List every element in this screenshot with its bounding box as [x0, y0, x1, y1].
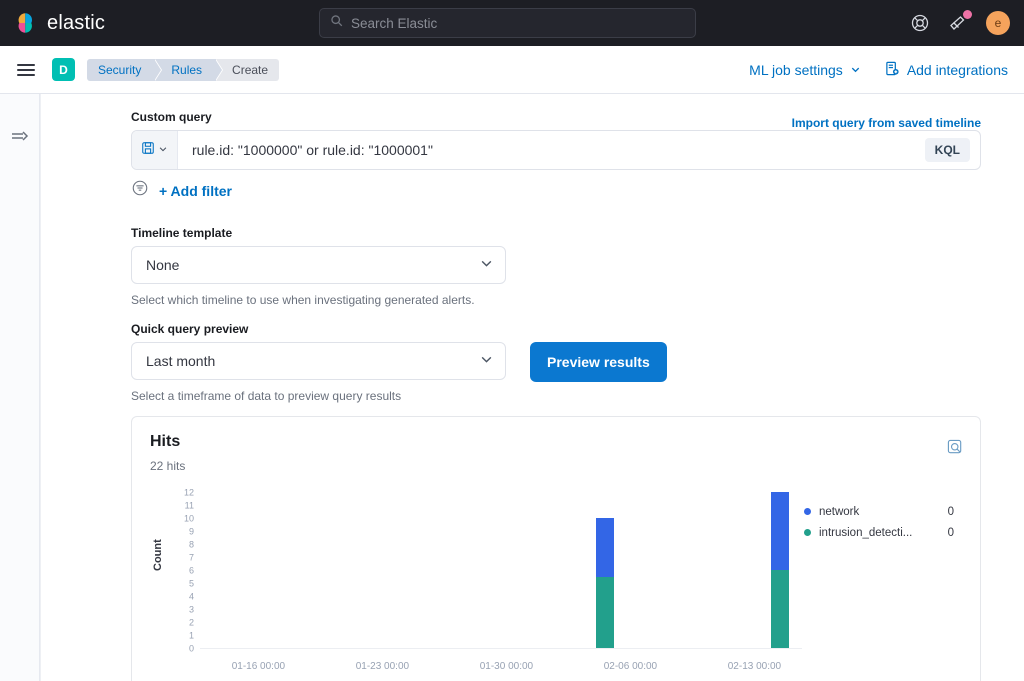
chart-bar-segment-network — [595, 518, 614, 577]
query-input[interactable]: rule.id: "1000000" or rule.id: "1000001" — [178, 131, 925, 169]
chevron-down-icon — [480, 353, 493, 369]
chart-x-tick: 01-30 00:00 — [479, 661, 534, 672]
elastic-brand[interactable]: elastic — [0, 11, 105, 35]
chart-y-tick: 5 — [188, 578, 194, 589]
add-integrations-label: Add integrations — [906, 62, 1008, 78]
chart-plot-area — [200, 492, 802, 649]
chart-y-tick: 1 — [188, 630, 194, 641]
legend-series-name: intrusion_detecti... — [819, 526, 913, 539]
breadcrumb-actions: ML job settings Add integrations — [749, 46, 1008, 94]
chart-y-tick: 8 — [188, 539, 194, 550]
collapsed-sidebar — [0, 94, 40, 681]
preview-results-button[interactable]: Preview results — [530, 342, 667, 382]
page-body: Custom query Import query from saved tim… — [0, 94, 1024, 681]
hits-panel: Hits 22 hits Count 0 1 2 3 4 5 6 7 8 9 10 11 12 01-1… — [131, 416, 981, 681]
chart-bar[interactable] — [595, 518, 614, 648]
chart-y-tick: 10 — [183, 513, 194, 524]
timeline-template-label: Timeline template — [131, 226, 233, 240]
chart-y-tick: 9 — [188, 526, 194, 537]
quick-query-timeframe-value: Last month — [146, 353, 216, 369]
hits-count-label: 22 hits — [150, 459, 186, 473]
topbar-actions: e — [910, 0, 1010, 46]
chart-y-tick: 6 — [188, 565, 194, 576]
chart-y-tick: 2 — [188, 617, 194, 628]
megaphone-icon[interactable] — [948, 10, 972, 33]
hamburger-menu-icon[interactable] — [17, 61, 35, 79]
integrations-page-icon — [885, 61, 900, 79]
chart-y-tick: 0 — [188, 643, 194, 654]
custom-query-bar: rule.id: "1000000" or rule.id: "1000001"… — [131, 130, 981, 170]
filter-icon[interactable] — [131, 179, 149, 202]
breadcrumb-item-security[interactable]: Security — [87, 58, 162, 81]
legend-color-dot — [804, 508, 811, 515]
notification-dot — [963, 10, 972, 19]
chart-x-tick: 02-13 00:00 — [727, 661, 782, 672]
hits-panel-title: Hits — [150, 433, 181, 450]
chart-bar-segment-intrusion_detecti — [595, 576, 614, 648]
breadcrumb: Security Rules Create — [87, 58, 280, 81]
global-search-input[interactable]: Search Elastic — [319, 8, 696, 38]
timeline-template-select[interactable]: None — [131, 246, 506, 284]
chart-legend-item[interactable]: network 0 — [804, 501, 954, 522]
query-language-button[interactable]: KQL — [924, 138, 970, 162]
inspect-magnifier-icon[interactable] — [947, 439, 964, 461]
quick-query-help: Select a timeframe of data to preview qu… — [131, 389, 402, 403]
chevron-down-icon — [158, 141, 168, 159]
user-avatar[interactable]: e — [986, 11, 1010, 35]
lifebuoy-icon[interactable] — [910, 13, 930, 33]
quick-query-timeframe-select[interactable]: Last month — [131, 342, 506, 380]
breadcrumb-item-rules[interactable]: Rules — [155, 58, 222, 81]
custom-query-label: Custom query — [131, 110, 212, 124]
chart-x-tick: 02-06 00:00 — [603, 661, 658, 672]
global-search-placeholder: Search Elastic — [351, 15, 438, 31]
search-icon — [330, 14, 343, 32]
chart-bar[interactable] — [770, 492, 789, 648]
legend-series-value: 0 — [947, 505, 954, 518]
elastic-logo-icon — [14, 11, 38, 35]
hits-bar-chart: Count 0 1 2 3 4 5 6 7 8 9 10 11 12 01-16 00:00 01-23 … — [150, 488, 962, 681]
space-badge[interactable]: D — [52, 58, 75, 81]
chevron-down-icon — [850, 62, 861, 78]
chart-y-tick: 11 — [184, 500, 194, 511]
chart-y-tick: 12 — [183, 487, 194, 498]
global-top-navbar: elastic Search Elastic e — [0, 0, 1024, 46]
add-filter-button[interactable]: + Add filter — [159, 183, 232, 199]
brand-name: elastic — [47, 11, 106, 34]
chart-y-tick: 7 — [188, 552, 194, 563]
chart-y-tick: 4 — [188, 591, 194, 602]
timeline-template-help: Select which timeline to use when invest… — [131, 293, 475, 307]
saved-query-menu-button[interactable] — [132, 131, 178, 169]
breadcrumb-navbar: D Security Rules Create ML job settings — [0, 46, 1024, 94]
legend-series-name: network — [819, 505, 860, 518]
quick-query-preview-label: Quick query preview — [131, 322, 249, 336]
chart-bar-segment-intrusion_detecti — [770, 570, 789, 648]
chart-y-tick: 3 — [188, 604, 194, 615]
rule-create-form: Custom query Import query from saved tim… — [40, 94, 1024, 681]
chart-x-axis-ticks: 01-16 00:00 01-23 00:00 01-30 00:00 02-06 0… — [200, 661, 802, 675]
chart-legend-item[interactable]: intrusion_detecti... 0 — [804, 522, 954, 543]
chart-x-tick: 01-16 00:00 — [231, 661, 286, 672]
save-disk-icon — [141, 141, 155, 160]
breadcrumb-item-create: Create — [216, 58, 280, 81]
chart-y-axis-ticks: 0 1 2 3 4 5 6 7 8 9 10 11 12 — [168, 488, 194, 653]
add-integrations-button[interactable]: Add integrations — [885, 61, 1008, 79]
expand-rail-icon[interactable] — [11, 130, 29, 681]
chart-legend: network 0 intrusion_detecti... 0 — [804, 501, 954, 543]
filter-row: + Add filter — [131, 179, 1000, 202]
ml-job-settings-label: ML job settings — [749, 62, 843, 78]
chart-x-tick: 01-23 00:00 — [355, 661, 410, 672]
legend-color-dot — [804, 529, 811, 536]
import-query-link[interactable]: Import query from saved timeline — [792, 116, 981, 130]
legend-series-value: 0 — [947, 526, 954, 539]
timeline-template-value: None — [146, 257, 180, 273]
chevron-down-icon — [480, 257, 493, 273]
chart-bar-segment-network — [770, 492, 789, 570]
chart-y-axis-title: Count — [152, 539, 164, 571]
ml-job-settings-button[interactable]: ML job settings — [749, 62, 861, 78]
